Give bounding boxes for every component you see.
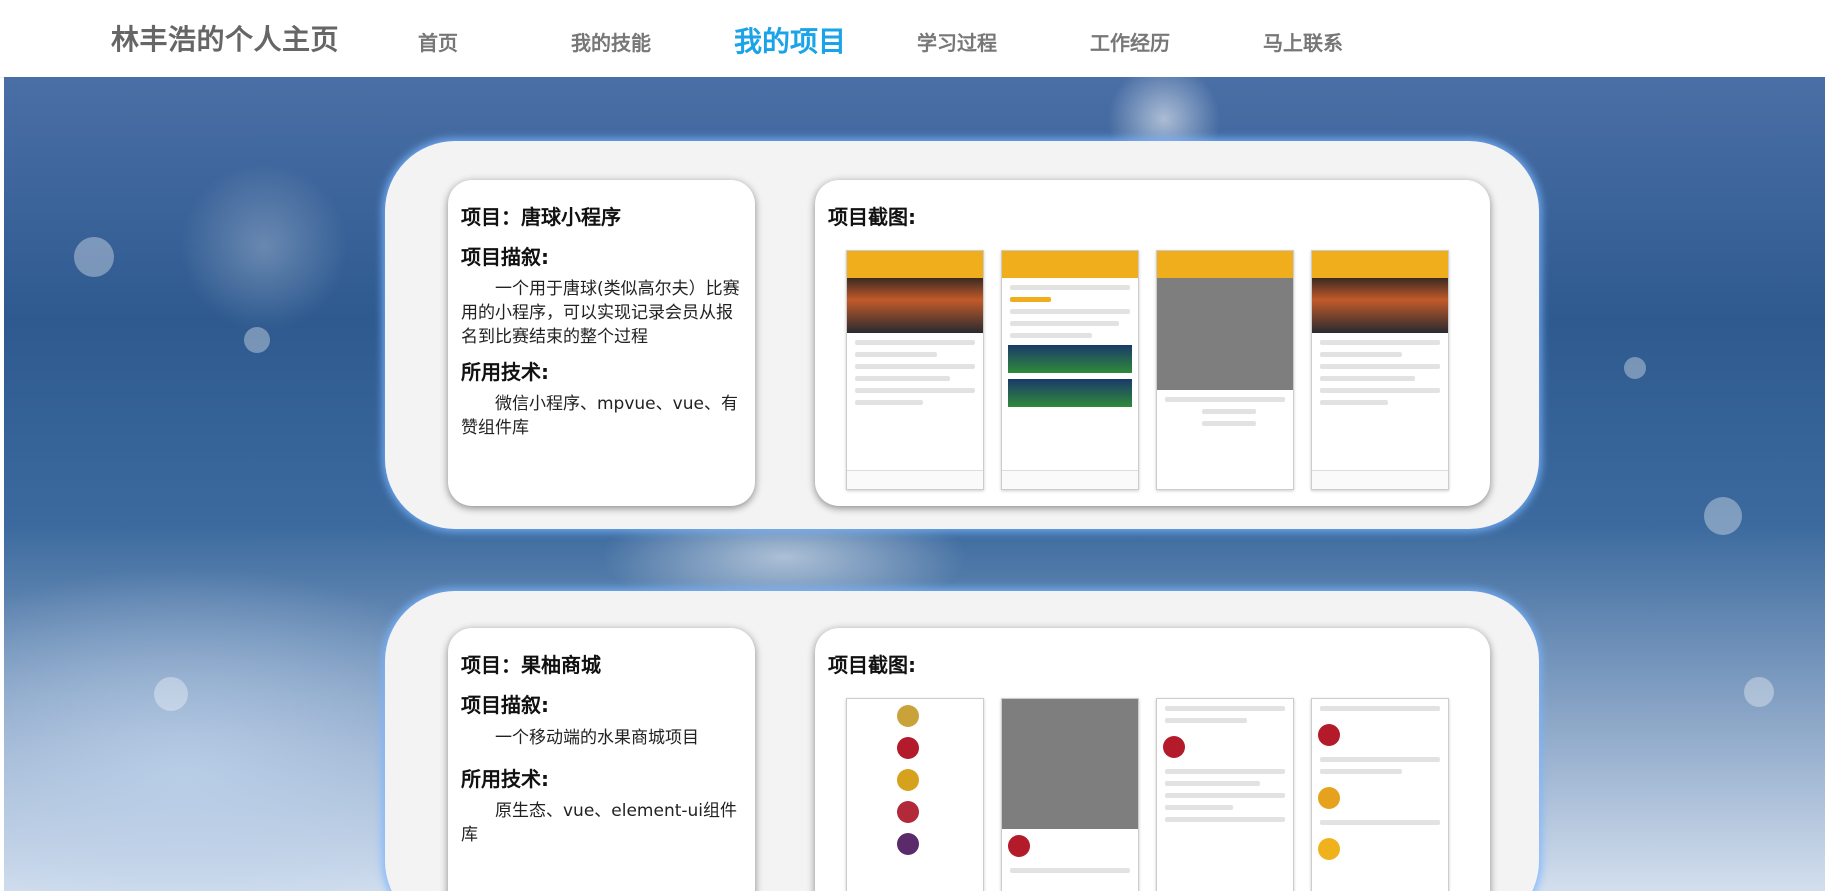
project-tech-heading: 所用技术: xyxy=(461,360,549,384)
screenshot-thumbnail[interactable] xyxy=(1311,250,1449,490)
bokeh-dot xyxy=(244,327,270,353)
bokeh-dot xyxy=(1704,497,1742,535)
background-stage: 项目：唐球小程序 项目描叙: 一个用于唐球(类似高尔夫）比赛用的小程序，可以实现… xyxy=(4,77,1825,891)
screenshot-thumbnail[interactable] xyxy=(846,250,984,490)
nav-contact[interactable]: 马上联系 xyxy=(1263,27,1343,56)
nav-skills[interactable]: 我的技能 xyxy=(571,27,651,56)
project-name: 项目：唐球小程序 xyxy=(461,205,621,229)
screenshot-thumbnail[interactable] xyxy=(1156,250,1294,490)
nav-home[interactable]: 首页 xyxy=(418,27,458,56)
top-navbar: 林丰浩的个人主页 首页 我的技能 我的项目 学习过程 工作经历 马上联系 xyxy=(0,0,1825,78)
project-desc: 一个用于唐球(类似高尔夫）比赛用的小程序，可以实现记录会员从报名到比赛结束的整个… xyxy=(461,279,740,347)
project-card: 项目：果柚商城 项目描叙: 一个移动端的水果商城项目 所用技术: 原生态、vue… xyxy=(385,591,1539,891)
screenshot-thumbnail[interactable] xyxy=(1156,698,1294,891)
screenshots-heading: 项目截图: xyxy=(828,653,916,677)
screenshot-thumbnail[interactable] xyxy=(846,698,984,891)
project-tech-heading: 所用技术: xyxy=(461,767,549,791)
bokeh-dot xyxy=(1624,357,1646,379)
bokeh-dot xyxy=(154,677,188,711)
project-screenshots-panel: 项目截图: xyxy=(815,180,1490,506)
project-name: 项目：果柚商城 xyxy=(461,653,601,677)
bokeh-dot xyxy=(1744,677,1774,707)
nav-projects[interactable]: 我的项目 xyxy=(734,20,846,60)
project-desc: 一个移动端的水果商城项目 xyxy=(495,728,699,748)
project-info-panel: 项目：唐球小程序 项目描叙: 一个用于唐球(类似高尔夫）比赛用的小程序，可以实现… xyxy=(448,180,755,506)
screenshot-thumbnail[interactable] xyxy=(1001,698,1139,891)
project-tech: 微信小程序、mpvue、vue、有赞组件库 xyxy=(461,394,738,438)
project-desc-heading: 项目描叙: xyxy=(461,245,549,269)
project-tech: 原生态、vue、element-ui组件库 xyxy=(461,801,738,845)
project-info-panel: 项目：果柚商城 项目描叙: 一个移动端的水果商城项目 所用技术: 原生态、vue… xyxy=(448,628,755,891)
nav-learning[interactable]: 学习过程 xyxy=(917,27,997,56)
project-card: 项目：唐球小程序 项目描叙: 一个用于唐球(类似高尔夫）比赛用的小程序，可以实现… xyxy=(385,141,1539,529)
bokeh-dot xyxy=(74,237,114,277)
nav-experience[interactable]: 工作经历 xyxy=(1090,27,1170,56)
site-logo[interactable]: 林丰浩的个人主页 xyxy=(111,18,339,58)
screenshot-thumbnail[interactable] xyxy=(1311,698,1449,891)
screenshots-heading: 项目截图: xyxy=(828,205,916,229)
project-screenshots-panel: 项目截图: xyxy=(815,628,1490,891)
screenshot-thumbnail[interactable] xyxy=(1001,250,1139,490)
project-desc-heading: 项目描叙: xyxy=(461,693,549,717)
